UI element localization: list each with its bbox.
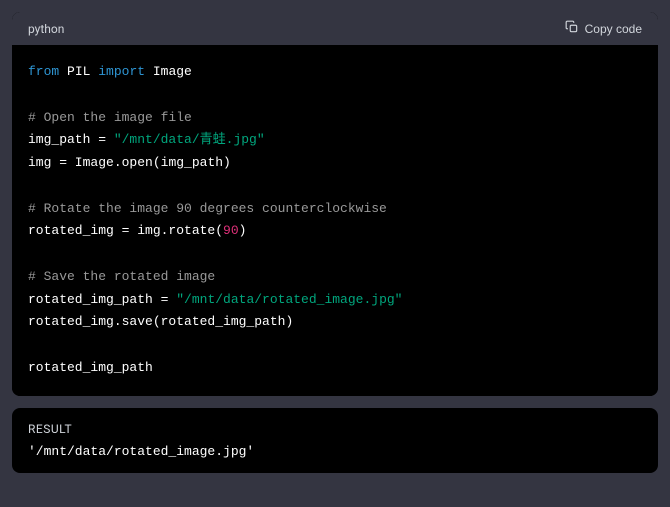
copy-code-label: Copy code	[585, 22, 642, 36]
code-line	[28, 334, 642, 357]
code-line: img = Image.open(img_path)	[28, 152, 642, 175]
code-line: rotated_img.save(rotated_img_path)	[28, 311, 642, 334]
code-line: rotated_img = img.rotate(90)	[28, 220, 642, 243]
code-body: from PIL import Image # Open the image f…	[12, 45, 658, 396]
code-block: python Copy code from PIL import Image #…	[12, 12, 658, 396]
code-line: img_path = "/mnt/data/青蛙.jpg"	[28, 129, 642, 152]
code-line: rotated_img_path	[28, 357, 642, 380]
copy-code-button[interactable]: Copy code	[565, 20, 642, 37]
code-line: # Open the image file	[28, 107, 642, 130]
result-output: '/mnt/data/rotated_image.jpg'	[28, 444, 642, 459]
code-line	[28, 175, 642, 198]
code-line: # Rotate the image 90 degrees counterclo…	[28, 198, 642, 221]
code-line: from PIL import Image	[28, 61, 642, 84]
code-line: rotated_img_path = "/mnt/data/rotated_im…	[28, 289, 642, 312]
code-header: python Copy code	[12, 12, 658, 45]
code-line: # Save the rotated image	[28, 266, 642, 289]
result-block: RESULT '/mnt/data/rotated_image.jpg'	[12, 408, 658, 473]
code-line	[28, 84, 642, 107]
result-label: RESULT	[28, 422, 642, 436]
clipboard-icon	[565, 20, 579, 37]
language-label: python	[28, 22, 64, 36]
code-line	[28, 243, 642, 266]
